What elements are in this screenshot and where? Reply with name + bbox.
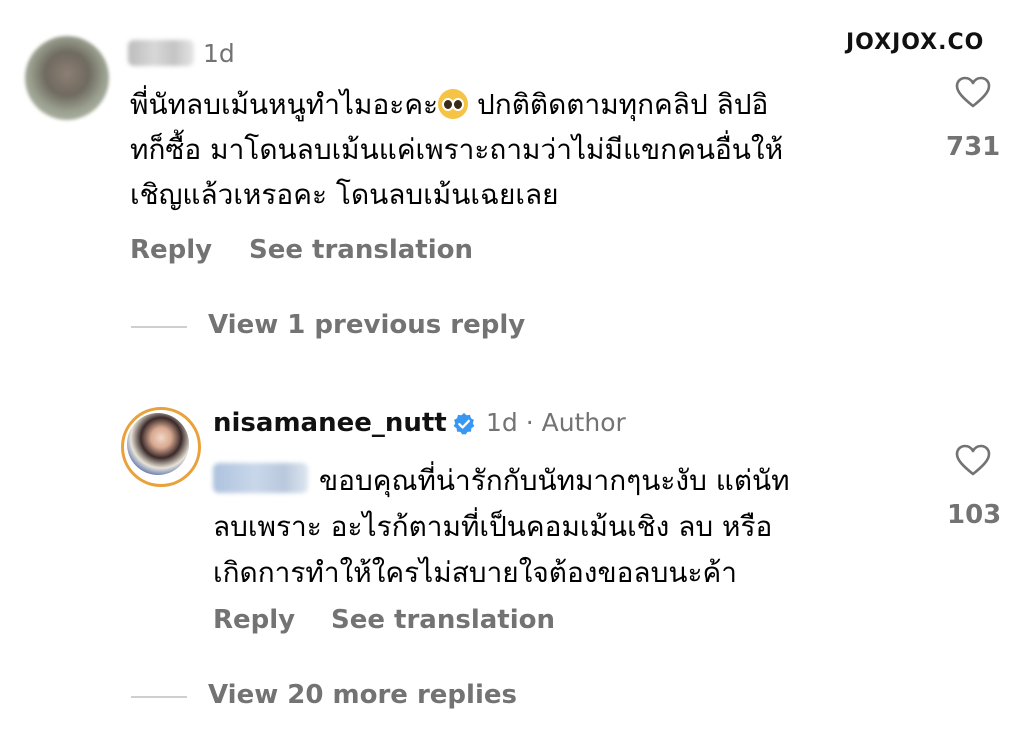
author-avatar[interactable] bbox=[121, 407, 201, 487]
like-heart-icon[interactable] bbox=[955, 444, 991, 476]
comment-text: พี่นัทลบเม้นหนูทำไมอะคะ ปกติติดตามทุกคลิ… bbox=[130, 82, 910, 217]
comment-text-part1: พี่นัทลบเม้นหนูทำไมอะคะ bbox=[130, 88, 439, 121]
author-username[interactable]: nisamanee_nutt bbox=[213, 408, 447, 438]
like-count: 731 bbox=[946, 132, 1001, 162]
reply-button[interactable]: Reply bbox=[130, 235, 212, 265]
thread-divider bbox=[131, 696, 187, 698]
see-translation-button[interactable]: See translation bbox=[331, 605, 555, 635]
see-translation-button[interactable]: See translation bbox=[249, 235, 473, 265]
verified-badge-icon bbox=[453, 413, 475, 435]
reply-timestamp-author: 1d · Author bbox=[486, 408, 626, 437]
like-heart-icon[interactable] bbox=[955, 76, 991, 108]
watermark: JOXJOX.CO bbox=[846, 30, 985, 55]
commenter-avatar[interactable] bbox=[25, 36, 109, 120]
thread-divider bbox=[131, 326, 187, 328]
comment-timestamp: 1d bbox=[203, 39, 235, 68]
like-count: 103 bbox=[947, 500, 1002, 530]
blurred-username[interactable] bbox=[128, 40, 194, 66]
reply-button[interactable]: Reply bbox=[213, 605, 295, 635]
reply-text: ขอบคุณที่น่ารักกับนัทมากๆนะงับ แต่นัท ลบ… bbox=[213, 464, 790, 589]
view-more-replies-button[interactable]: View 20 more replies bbox=[208, 680, 517, 710]
author-avatar-image bbox=[127, 413, 189, 475]
pleading-face-icon bbox=[438, 89, 469, 119]
view-previous-reply-button[interactable]: View 1 previous reply bbox=[208, 310, 525, 340]
